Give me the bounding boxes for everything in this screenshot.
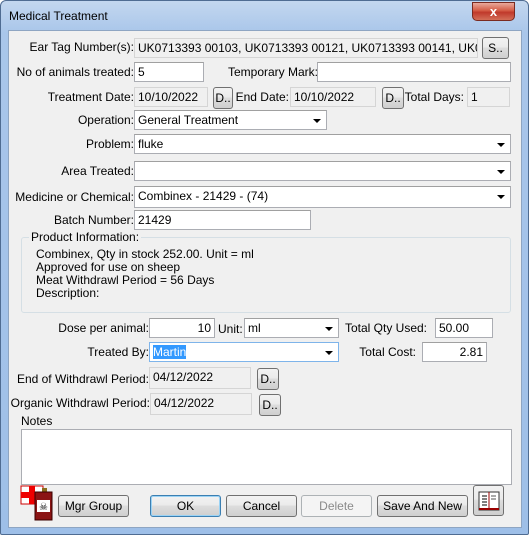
unit-label: Unit: bbox=[218, 322, 243, 336]
close-button[interactable]: x bbox=[472, 2, 515, 21]
unit-select[interactable]: ml bbox=[244, 318, 339, 338]
unit-value: ml bbox=[248, 321, 261, 335]
end-date-label: End Date: bbox=[235, 90, 289, 104]
area-treated-label: Area Treated: bbox=[61, 164, 134, 178]
close-icon: x bbox=[489, 4, 498, 19]
temporary-mark-field[interactable] bbox=[317, 62, 511, 82]
chevron-down-icon bbox=[313, 119, 321, 123]
batch-number-label: Batch Number: bbox=[53, 213, 134, 227]
chevron-down-icon bbox=[497, 170, 505, 174]
mgr-group-button[interactable]: Mgr Group bbox=[58, 495, 129, 517]
end-date-field[interactable]: 10/10/2022 bbox=[290, 87, 376, 107]
medical-treatment-dialog: Medical Treatment x Ear Tag Number(s): U… bbox=[0, 0, 529, 535]
dose-field[interactable]: 10 bbox=[149, 318, 215, 338]
treatment-date-label: Treatment Date: bbox=[47, 90, 134, 104]
treatment-date-field[interactable]: 10/10/2022 bbox=[134, 87, 208, 107]
delete-button[interactable]: Delete bbox=[301, 495, 372, 517]
medicine-label: Medicine or Chemical: bbox=[15, 190, 134, 204]
end-withdrawal-label: End of Withdrawl Period: bbox=[16, 372, 149, 386]
chevron-down-icon bbox=[325, 351, 333, 355]
batch-number-field[interactable]: 21429 bbox=[134, 210, 311, 230]
animals-treated-label: No of animals treated: bbox=[16, 65, 134, 79]
svg-text:☠: ☠ bbox=[39, 502, 48, 513]
notes-label: Notes bbox=[21, 414, 53, 428]
select-animals-button[interactable]: S.. bbox=[482, 37, 509, 59]
dose-label: Dose per animal: bbox=[58, 321, 149, 335]
product-info-line: Approved for use on sheep bbox=[36, 260, 181, 274]
treated-by-value: Martin bbox=[153, 345, 187, 359]
total-qty-label: Total Qty Used: bbox=[344, 321, 427, 335]
total-days-label: Total Days: bbox=[404, 90, 464, 104]
product-info-line: Combinex, Qty in stock 252.00. Unit = ml bbox=[36, 247, 254, 261]
ear-tag-label: Ear Tag Number(s): bbox=[29, 40, 134, 54]
report-book-button[interactable] bbox=[473, 485, 504, 516]
organic-withdrawal-picker-button[interactable]: D.. bbox=[259, 394, 281, 416]
product-info-line: Description: bbox=[36, 286, 100, 300]
save-and-new-button[interactable]: Save And New bbox=[377, 495, 468, 517]
chevron-down-icon bbox=[325, 327, 333, 331]
chevron-down-icon bbox=[497, 143, 505, 147]
area-treated-select[interactable] bbox=[134, 161, 511, 181]
treated-by-label: Treated By: bbox=[87, 345, 149, 359]
operation-select[interactable]: General Treatment bbox=[134, 110, 327, 130]
organic-withdrawal-label: Organic Withdrawl Period: bbox=[10, 396, 150, 410]
operation-label: Operation: bbox=[77, 113, 134, 127]
organic-withdrawal-field[interactable]: 04/12/2022 bbox=[150, 393, 252, 415]
total-cost-field[interactable]: 2.81 bbox=[422, 342, 487, 362]
treatment-date-picker-button[interactable]: D.. bbox=[213, 87, 233, 109]
end-withdrawal-picker-button[interactable]: D.. bbox=[257, 368, 279, 390]
operation-value: General Treatment bbox=[138, 113, 239, 127]
cancel-button[interactable]: Cancel bbox=[226, 495, 297, 517]
animals-treated-field[interactable]: 5 bbox=[134, 62, 204, 82]
dialog-client-area: Ear Tag Number(s): UK0713393 00103, UK07… bbox=[8, 30, 522, 528]
ear-tag-field[interactable]: UK0713393 00103, UK0713393 00121, UK0713… bbox=[134, 38, 478, 58]
problem-value: fluke bbox=[138, 137, 164, 151]
medicine-bottle-icon: ☠ bbox=[20, 485, 58, 523]
chevron-down-icon bbox=[497, 195, 505, 199]
notes-textarea[interactable] bbox=[21, 429, 512, 485]
end-withdrawal-field[interactable]: 04/12/2022 bbox=[149, 367, 251, 389]
medicine-select[interactable]: Combinex - 21429 - (74) bbox=[134, 186, 511, 208]
ok-button[interactable]: OK bbox=[150, 495, 221, 517]
title-bar[interactable]: Medical Treatment x bbox=[1, 1, 528, 31]
book-icon bbox=[478, 491, 499, 511]
total-qty-field[interactable]: 50.00 bbox=[435, 318, 493, 338]
temporary-mark-label: Temporary Mark: bbox=[227, 65, 318, 79]
product-information-title: Product Information: bbox=[29, 230, 142, 244]
window-title: Medical Treatment bbox=[9, 9, 108, 23]
total-days-field: 1 bbox=[467, 87, 510, 107]
treated-by-select[interactable]: Martin bbox=[149, 342, 339, 362]
problem-select[interactable]: fluke bbox=[134, 134, 511, 154]
end-date-picker-button[interactable]: D.. bbox=[382, 87, 404, 109]
problem-label: Problem: bbox=[85, 137, 134, 151]
product-info-line: Meat Withdrawl Period = 56 Days bbox=[36, 273, 215, 287]
medicine-value: Combinex - 21429 - (74) bbox=[138, 189, 269, 203]
total-cost-label: Total Cost: bbox=[359, 345, 416, 359]
